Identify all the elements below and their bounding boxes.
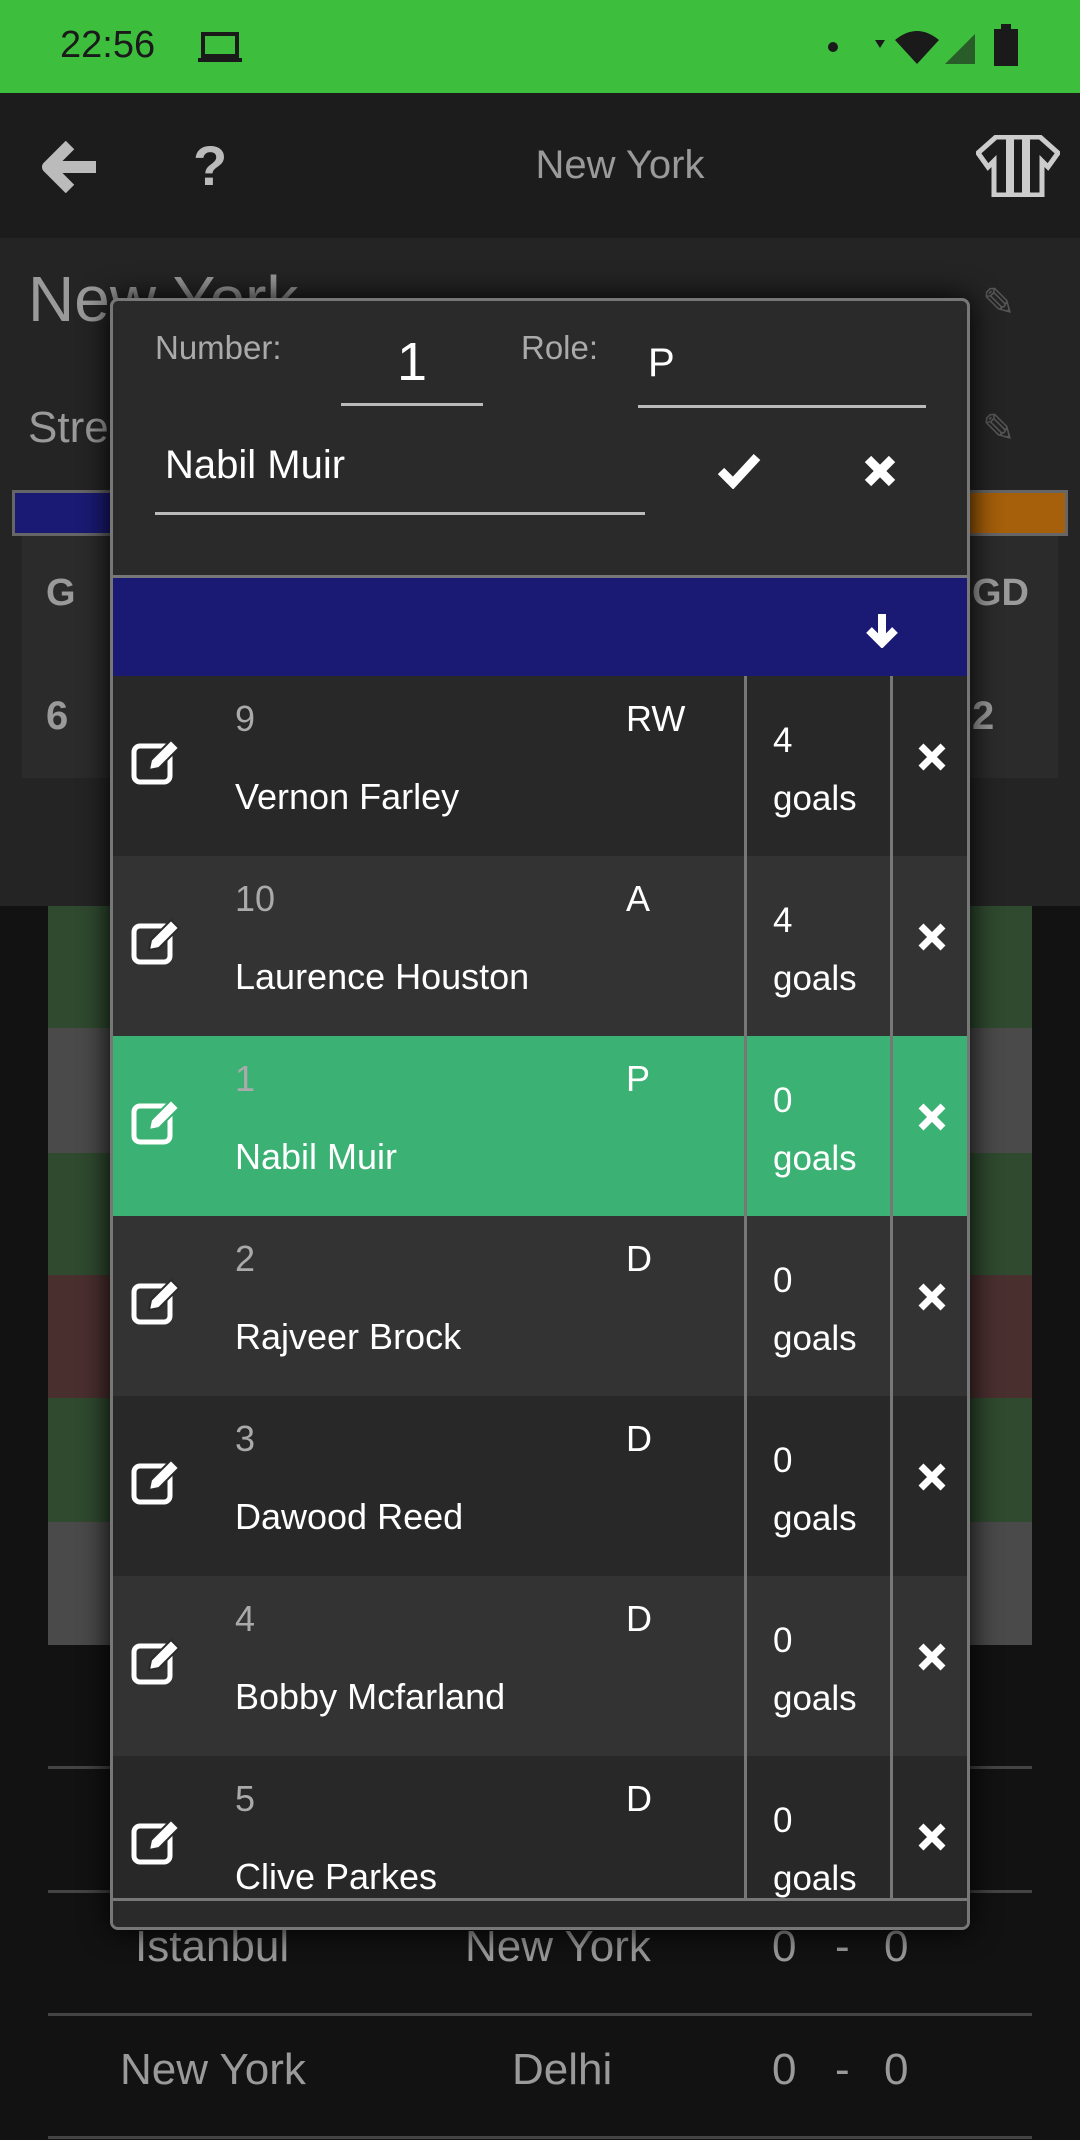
player-name: Bobby Mcfarland [235,1676,506,1717]
edit-icon[interactable] [131,736,191,786]
player-goals: 4 goals [773,712,857,828]
battery-icon [994,24,1018,66]
dialog-footer [113,1898,967,1927]
number-input[interactable]: 1 [341,331,483,393]
edit-icon[interactable] [131,1096,191,1146]
goals-unit: goals [773,1319,857,1358]
player-name: Nabil Muir [235,1136,398,1177]
player-row[interactable]: 4 Bobby Mcfarland D 0 goals [113,1576,967,1756]
player-role: D [626,1778,652,1819]
jersey-icon[interactable] [976,135,1060,197]
goals-count: 0 [773,1621,793,1660]
player-role: A [626,878,651,919]
delete-icon[interactable] [917,1102,947,1132]
edit-icon[interactable] [131,1456,191,1506]
wifi-icon [875,31,975,64]
match-row[interactable]: New York Delhi 0 - 0 [0,2045,1080,2105]
player-name: Clive Parkes [235,1856,438,1897]
player-row[interactable]: 1 Nabil Muir P 0 goals [113,1036,967,1216]
player-role: D [626,1598,652,1639]
laptop-icon [198,32,242,62]
player-number: 1 [235,1058,256,1099]
player-goals: 4 goals [773,892,857,1008]
goals-unit: goals [773,959,857,998]
player-goals: 0 goals [773,1252,857,1368]
player-row[interactable]: 3 Dawood Reed D 0 goals [113,1396,967,1576]
goals-unit: goals [773,1499,857,1538]
goals-unit: goals [773,1679,857,1718]
delete-icon[interactable] [917,742,947,772]
close-icon[interactable] [863,454,897,488]
player-row[interactable]: 2 Rajveer Brock D 0 goals [113,1216,967,1396]
delete-icon[interactable] [917,1642,947,1672]
edit-name-icon[interactable]: ✎ [982,280,1016,326]
player-goals: 0 goals [773,1072,857,1188]
player-name: Vernon Farley [235,776,460,817]
list-header [113,575,967,676]
away-team: Delhi [512,2045,613,2094]
stadium-label: Stre [28,403,109,452]
goals-count: 0 [773,1081,793,1120]
edit-icon[interactable] [131,916,191,966]
goals-count: 0 [773,1801,793,1840]
name-input[interactable]: Nabil Muir [165,443,345,488]
dot-icon [828,42,838,52]
stat-header: G [46,572,76,614]
player-dialog: Number: 1 Role: P Nabil Muir 9 Vernon Fa… [110,298,970,1930]
player-number: 3 [235,1418,256,1459]
player-goals: 0 goals [773,1792,857,1908]
delete-icon[interactable] [917,1282,947,1312]
delete-icon[interactable] [917,922,947,952]
player-role: P [626,1058,651,1099]
player-name: Rajveer Brock [235,1316,462,1357]
status-bar: 22:56 [0,0,1080,93]
home-score: 0 [772,2045,797,2094]
player-row[interactable]: 9 Vernon Farley RW 4 goals [113,676,967,856]
stat-value: 2 [972,694,995,738]
status-time: 22:56 [60,24,156,66]
player-name: Dawood Reed [235,1496,464,1537]
player-number: 4 [235,1598,256,1639]
player-number: 9 [235,698,256,739]
player-number: 5 [235,1778,256,1819]
role-input[interactable]: P [648,341,675,386]
app-bar: ? New York [0,93,1080,238]
edit-icon[interactable] [131,1816,191,1866]
role-label: Role: [521,329,599,366]
goals-count: 0 [773,1441,793,1480]
player-role: D [626,1238,652,1279]
delete-icon[interactable] [917,1462,947,1492]
arrow-down-icon[interactable] [865,612,899,648]
score-separator: - [835,2045,850,2094]
delete-icon[interactable] [917,1822,947,1852]
edit-stadium-icon[interactable]: ✎ [982,406,1016,452]
goals-unit: goals [773,779,857,818]
player-goals: 0 goals [773,1612,857,1728]
goals-count: 0 [773,1261,793,1300]
stat-header: GD [972,572,1029,614]
match-row[interactable]: Istanbul New York 0 - 0 [0,1922,1080,1982]
app-title: New York [535,143,705,187]
player-role: D [626,1418,652,1459]
away-score: 0 [884,2045,909,2094]
edit-icon[interactable] [131,1636,191,1686]
goals-unit: goals [773,1859,857,1898]
player-number: 2 [235,1238,256,1279]
stat-value: 6 [46,694,69,738]
goals-unit: goals [773,1139,857,1178]
player-goals: 0 goals [773,1432,857,1548]
number-label: Number: [155,329,282,366]
player-number: 10 [235,878,276,919]
edit-icon[interactable] [131,1276,191,1326]
goals-count: 4 [773,721,793,760]
player-role: RW [626,698,686,739]
player-row[interactable]: 10 Laurence Houston A 4 goals [113,856,967,1036]
home-team: New York [120,2045,306,2094]
goals-count: 4 [773,901,793,940]
player-name: Laurence Houston [235,956,530,997]
check-icon[interactable] [717,453,761,489]
